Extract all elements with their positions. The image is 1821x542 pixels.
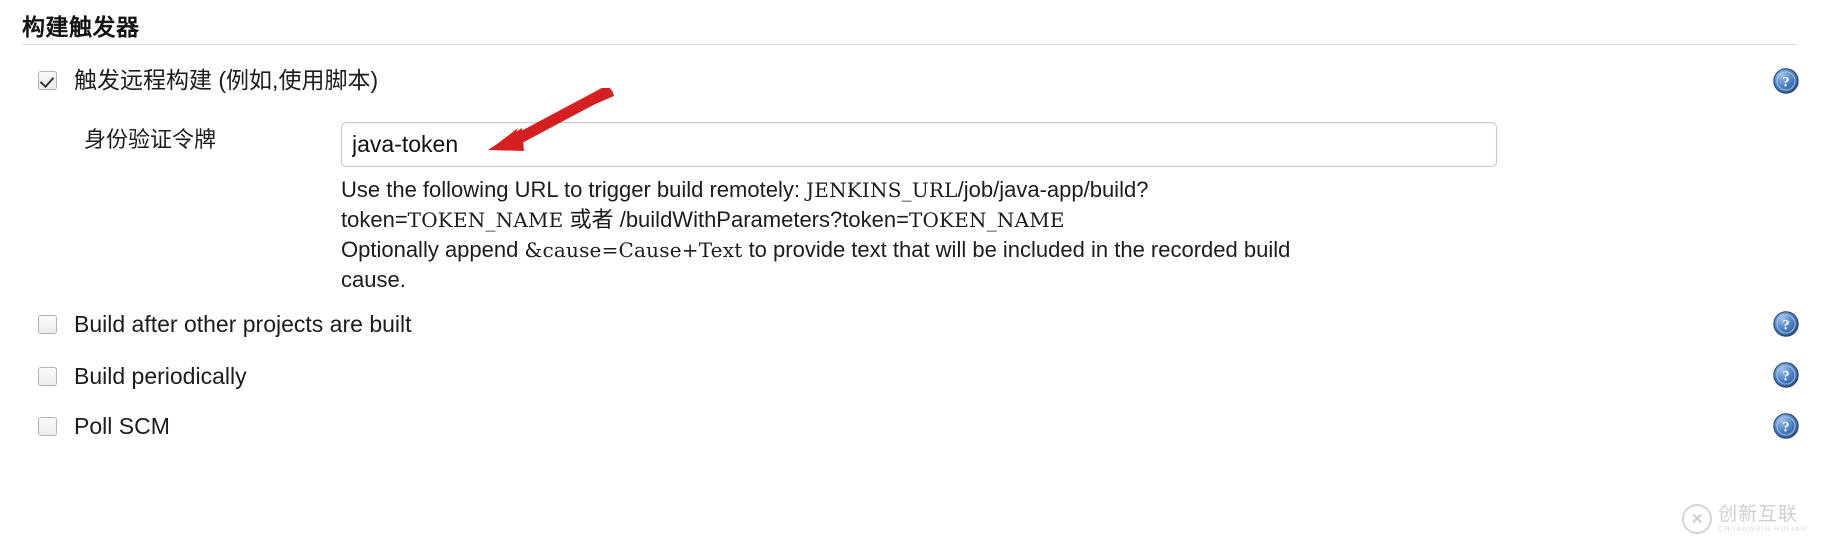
checkbox-row-build-after-other-projects[interactable]: Build after other projects are built	[38, 310, 412, 338]
checkbox-build-after-other-projects[interactable]	[38, 314, 57, 334]
checkbox-row-build-periodically[interactable]: Build periodically	[38, 362, 247, 390]
help-text-run: cause.	[341, 267, 406, 292]
help-text-code: TOKEN_NAME	[407, 208, 564, 232]
watermark-logo-icon	[1682, 504, 1713, 534]
title-divider	[22, 44, 1797, 45]
help-text-run: /job/java-app/build?	[957, 177, 1149, 202]
checkbox-label-poll-scm: Poll SCM	[74, 412, 170, 439]
help-icon-build-after-other-projects[interactable]: ?	[1773, 311, 1799, 337]
svg-text:?: ?	[1782, 318, 1789, 334]
auth-token-input[interactable]	[341, 122, 1497, 167]
checkbox-build-periodically[interactable]	[38, 366, 57, 386]
help-text-line: Optionally append &cause=Cause+Text to p…	[341, 235, 1511, 265]
help-icon-build-periodically[interactable]: ?	[1773, 362, 1799, 388]
checkbox-row-poll-scm[interactable]: Poll SCM	[38, 412, 170, 440]
watermark-cn: 创新互联	[1718, 504, 1799, 525]
checkbox-row-trigger-remote-build[interactable]: 触发远程构建 (例如,使用脚本)	[38, 66, 378, 94]
help-text-line: Use the following URL to trigger build r…	[341, 175, 1511, 205]
svg-text:?: ?	[1782, 369, 1789, 385]
svg-text:?: ?	[1782, 75, 1789, 91]
page-title: 构建触发器	[22, 14, 140, 40]
jenkins-build-triggers-section: 构建触发器 触发远程构建 (例如,使用脚本) 身份验证令牌 Use the fo…	[0, 0, 1821, 542]
checkbox-label-build-after-other-projects: Build after other projects are built	[74, 310, 412, 337]
help-text-code: TOKEN_NAME	[908, 208, 1065, 232]
help-text-run: token=	[341, 207, 408, 232]
help-text-code: &cause=Cause+Text	[524, 238, 743, 262]
help-text-code: JENKINS_URL	[806, 178, 958, 202]
help-text-line: cause.	[341, 265, 1511, 295]
checkbox-label-trigger-remote-build: 触发远程构建 (例如,使用脚本)	[74, 66, 379, 93]
checkbox-poll-scm[interactable]	[38, 416, 57, 436]
help-icon-poll-scm[interactable]: ?	[1773, 413, 1799, 439]
watermark-en: CHUANGXIN HULIAN	[1718, 526, 1807, 533]
help-text-run: to provide text that will be included in…	[742, 237, 1291, 262]
watermark-text: 创新互联 CHUANGXIN HULIAN	[1718, 505, 1807, 533]
svg-text:?: ?	[1782, 420, 1789, 436]
help-text-run: Use the following URL to trigger build r…	[341, 177, 807, 202]
auth-token-label: 身份验证令牌	[84, 127, 217, 152]
help-text-run: Optionally append	[341, 237, 525, 262]
auth-token-help-text: Use the following URL to trigger build r…	[341, 175, 1511, 295]
help-icon-trigger-remote[interactable]: ?	[1773, 68, 1799, 94]
help-text-run: 或者 /buildWithParameters?token=	[563, 207, 909, 232]
checkbox-label-build-periodically: Build periodically	[74, 362, 247, 389]
watermark: 创新互联 CHUANGXIN HULIAN	[1682, 504, 1807, 534]
help-text-line: token=TOKEN_NAME 或者 /buildWithParameters…	[341, 205, 1511, 235]
checkbox-trigger-remote-build[interactable]	[38, 70, 57, 90]
